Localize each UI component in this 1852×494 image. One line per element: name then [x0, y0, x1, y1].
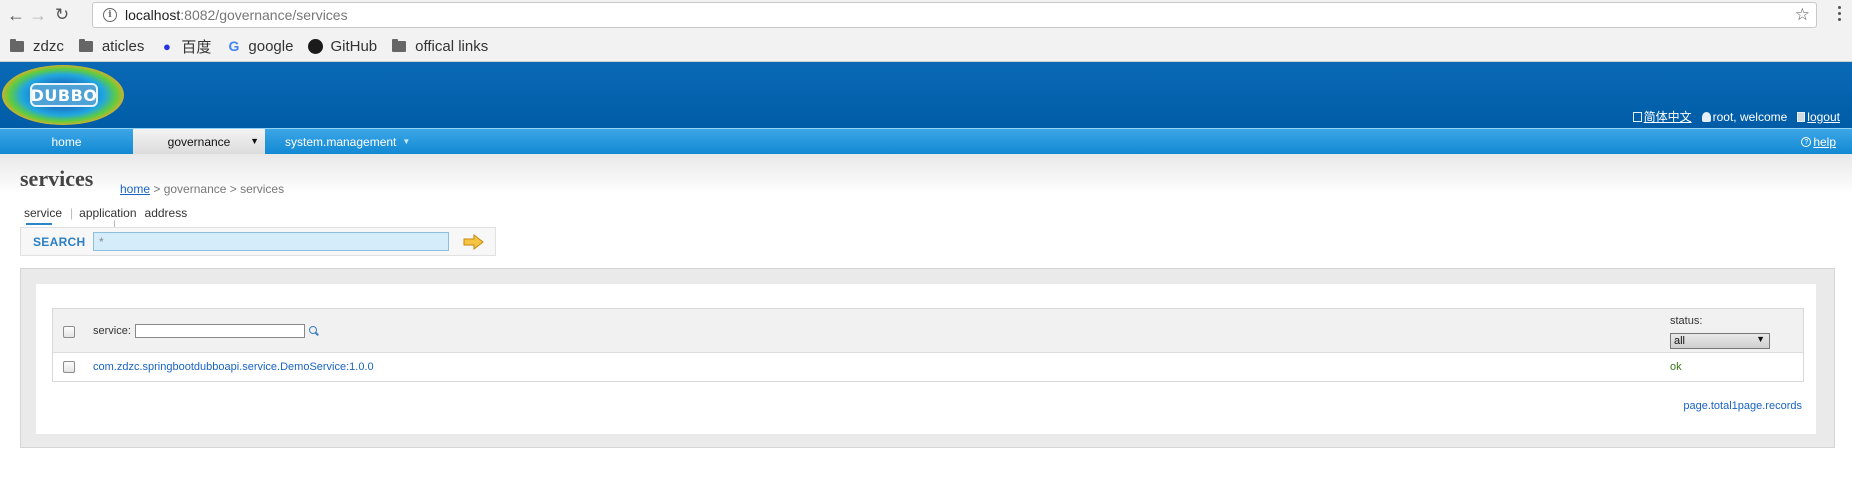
status-selected-value: all	[1674, 335, 1686, 347]
url-path: :8082/governance/services	[180, 7, 348, 23]
status-label: status:	[1670, 315, 1703, 327]
content-area: services home > governance > services se…	[0, 154, 1852, 463]
breadcrumb-trail: > governance > services	[150, 182, 285, 196]
table-header: service: status: all ▼	[53, 309, 1803, 353]
breadcrumb: home > governance > services	[120, 182, 284, 196]
url-text: localhost:8082/governance/services	[125, 7, 348, 23]
table-row: com.zdzc.springbootdubboapi.service.Demo…	[53, 353, 1803, 381]
services-table: service: status: all ▼ com.zdzc.springbo…	[52, 308, 1804, 382]
status-select[interactable]: all ▼	[1670, 333, 1770, 349]
bookmark-label: offical links	[415, 37, 489, 55]
folder-icon	[392, 38, 407, 52]
app-header: DUBBO 简体中文 root, welcome logout	[0, 62, 1852, 128]
reload-icon[interactable]: ↻	[48, 1, 76, 29]
search-icon[interactable]	[308, 326, 319, 336]
search-label: SEARCH	[33, 234, 86, 249]
search-input[interactable]	[93, 232, 449, 251]
bookmark-label: GitHub	[330, 37, 378, 55]
nav-governance-label: governance	[167, 134, 231, 149]
page-title: services	[20, 166, 94, 191]
dropdown-arrow-icon: ▼	[1756, 334, 1765, 344]
service-link[interactable]: com.zdzc.springbootdubboapi.service.Demo…	[93, 361, 374, 373]
bookmark-label: google	[248, 37, 294, 55]
folder-icon	[78, 38, 93, 52]
caret-down-icon: ▼	[402, 137, 411, 146]
nav-governance[interactable]: governance ▼	[133, 129, 265, 154]
dubbo-logo: DUBBO	[2, 65, 124, 125]
user-welcome-text: root, welcome	[1712, 109, 1788, 124]
breadcrumb-home-link[interactable]: home	[120, 182, 150, 196]
arrow-right-icon[interactable]	[463, 233, 485, 250]
nav-system-label: system.management	[285, 134, 397, 149]
help-link[interactable]: help	[1813, 135, 1836, 149]
status-filter: status: all ▼	[1670, 315, 1770, 349]
baidu-paw-icon: ●	[162, 38, 171, 54]
tab-separator: |	[70, 206, 74, 220]
service-filter-label: service:	[93, 325, 131, 337]
help-icon: ?	[1801, 137, 1812, 147]
service-filter: service:	[93, 324, 319, 338]
bookmark-zdzc[interactable]: zdzc	[10, 38, 64, 55]
user-info: root, welcome	[1701, 109, 1788, 124]
nav-home[interactable]: home	[0, 129, 133, 154]
select-all-checkbox[interactable]	[63, 326, 75, 338]
bookmark-star-icon[interactable]: ☆	[1795, 5, 1810, 25]
google-icon: G	[228, 38, 240, 54]
folder-icon	[10, 38, 24, 52]
services-panel: service: status: all ▼ com.zdzc.springbo…	[20, 268, 1835, 448]
logo-text: DUBBO	[30, 83, 98, 107]
bookmark-label: aticles	[101, 37, 145, 55]
bookmark-github[interactable]: GitHub	[308, 38, 377, 55]
bookmark-aticles[interactable]: aticles	[78, 37, 145, 55]
service-filter-input[interactable]	[134, 324, 305, 338]
bookmark-google[interactable]: G google	[226, 38, 293, 55]
document-icon	[1632, 111, 1642, 122]
logout[interactable]: logout	[1797, 110, 1840, 124]
pager-text: page.total1page.records	[1683, 400, 1802, 412]
nav-home-label: home	[51, 134, 82, 149]
sub-tabs: service | application address	[24, 206, 196, 225]
browser-menu-icon[interactable]	[1838, 6, 1842, 21]
github-icon	[308, 38, 324, 54]
logout-icon	[1797, 111, 1806, 122]
bookmark-label: zdzc	[33, 37, 64, 55]
info-icon[interactable]: i	[103, 8, 117, 22]
tab-service[interactable]: service	[24, 206, 70, 225]
search-box: SEARCH	[20, 227, 496, 256]
nav-help[interactable]: ? help	[1801, 135, 1836, 149]
url-host: localhost	[125, 7, 181, 23]
bookmark-offical-links[interactable]: offical links	[392, 38, 488, 55]
row-checkbox[interactable]	[63, 361, 75, 373]
bookmark-baidu[interactable]: ● 百度	[159, 36, 211, 57]
nav-system-management[interactable]: system.management ▼	[265, 129, 410, 154]
logout-link[interactable]: logout	[1807, 110, 1840, 124]
tab-address[interactable]: address	[145, 206, 196, 220]
language-switch[interactable]: 简体中文	[1632, 108, 1692, 125]
user-bar: 简体中文 root, welcome logout	[1623, 108, 1840, 125]
services-panel-inner: service: status: all ▼ com.zdzc.springbo…	[36, 284, 1816, 434]
user-icon	[1701, 111, 1711, 122]
language-link[interactable]: 简体中文	[1644, 108, 1692, 125]
address-bar[interactable]: i localhost:8082/governance/services ☆	[92, 2, 1817, 28]
main-nav: home governance ▼ system.management ▼ ? …	[0, 128, 1852, 154]
caret-down-icon: ▼	[250, 136, 259, 146]
bookmarks-bar: zdzc aticles ● 百度 G google GitHub offica…	[0, 31, 1852, 62]
browser-toolbar: ← → ↻ i localhost:8082/governance/servic…	[0, 0, 1852, 31]
status-value: ok	[1670, 361, 1682, 373]
tab-application[interactable]: application	[79, 206, 144, 220]
bookmark-label: 百度	[181, 38, 212, 56]
